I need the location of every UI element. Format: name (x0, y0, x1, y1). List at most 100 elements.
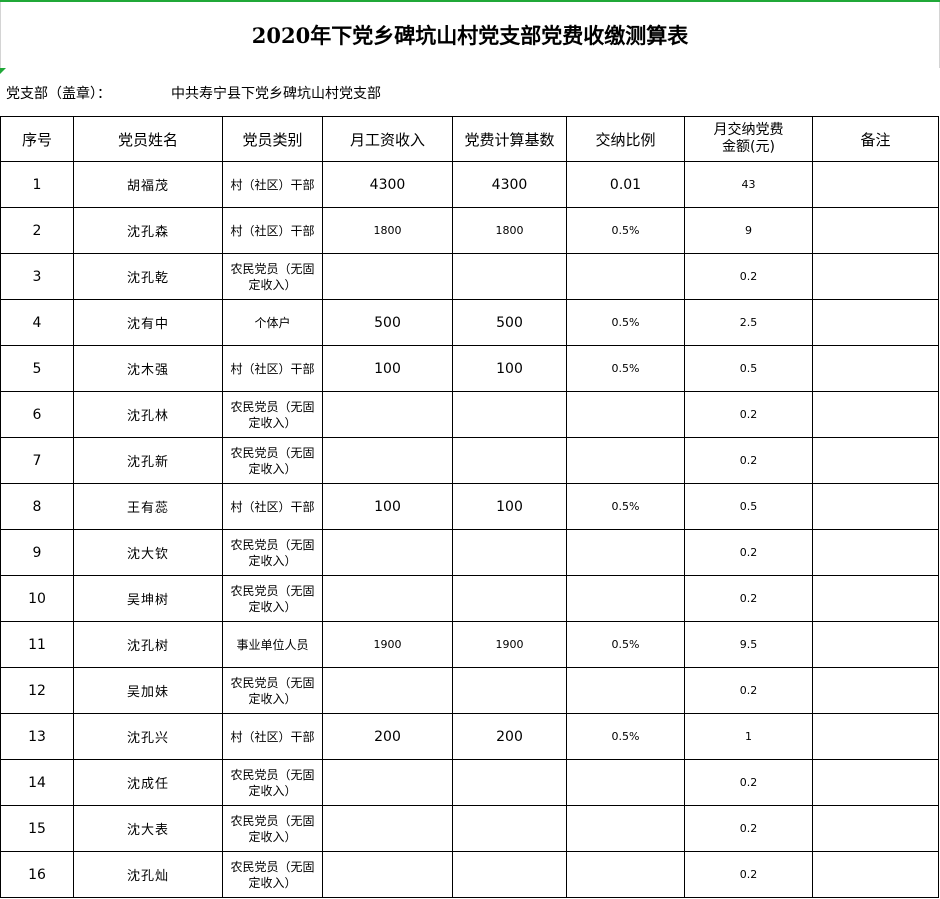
row-type[interactable]: 农民党员（无固定收入） (222, 759, 323, 806)
row-amount[interactable]: 0.5 (684, 345, 813, 392)
row-name[interactable]: 王有蕊 (73, 483, 223, 530)
row-note[interactable] (812, 713, 939, 760)
row-no[interactable]: 14 (0, 759, 74, 806)
row-ratio[interactable] (566, 759, 685, 806)
row-base[interactable]: 1900 (452, 621, 567, 668)
row-amount[interactable]: 0.2 (684, 805, 813, 852)
row-type[interactable]: 农民党员（无固定收入） (222, 529, 323, 576)
row-amount[interactable]: 0.2 (684, 575, 813, 622)
row-name[interactable]: 沈大表 (73, 805, 223, 852)
row-name[interactable]: 沈有中 (73, 299, 223, 346)
row-name[interactable]: 沈孔新 (73, 437, 223, 484)
header-amount[interactable]: 月交纳党费 金额(元) (684, 116, 813, 162)
row-no[interactable]: 13 (0, 713, 74, 760)
row-income[interactable]: 100 (322, 483, 453, 530)
row-income[interactable]: 100 (322, 345, 453, 392)
row-no[interactable]: 9 (0, 529, 74, 576)
row-income[interactable] (322, 253, 453, 300)
row-base[interactable]: 200 (452, 713, 567, 760)
row-amount[interactable]: 0.2 (684, 667, 813, 714)
row-amount[interactable]: 0.2 (684, 437, 813, 484)
header-income[interactable]: 月工资收入 (322, 116, 453, 162)
row-no[interactable]: 3 (0, 253, 74, 300)
row-amount[interactable]: 9 (684, 207, 813, 254)
row-base[interactable]: 100 (452, 345, 567, 392)
row-name[interactable]: 沈大钦 (73, 529, 223, 576)
row-note[interactable] (812, 667, 939, 714)
row-ratio[interactable] (566, 529, 685, 576)
row-amount[interactable]: 0.2 (684, 253, 813, 300)
row-income[interactable] (322, 805, 453, 852)
row-ratio[interactable]: 0.5% (566, 713, 685, 760)
row-income[interactable]: 1800 (322, 207, 453, 254)
row-type[interactable]: 农民党员（无固定收入） (222, 851, 323, 898)
row-type[interactable]: 农民党员（无固定收入） (222, 805, 323, 852)
row-amount[interactable]: 0.2 (684, 529, 813, 576)
row-ratio[interactable]: 0.5% (566, 299, 685, 346)
row-base[interactable]: 1800 (452, 207, 567, 254)
header-base[interactable]: 党费计算基数 (452, 116, 567, 162)
row-note[interactable] (812, 391, 939, 438)
row-type[interactable]: 农民党员（无固定收入） (222, 667, 323, 714)
row-note[interactable] (812, 253, 939, 300)
row-type[interactable]: 村（社区）干部 (222, 207, 323, 254)
row-no[interactable]: 12 (0, 667, 74, 714)
row-income[interactable] (322, 437, 453, 484)
row-amount[interactable]: 1 (684, 713, 813, 760)
row-base[interactable]: 4300 (452, 161, 567, 208)
row-note[interactable] (812, 805, 939, 852)
row-base[interactable] (452, 529, 567, 576)
row-note[interactable] (812, 759, 939, 806)
row-no[interactable]: 2 (0, 207, 74, 254)
row-no[interactable]: 4 (0, 299, 74, 346)
row-note[interactable] (812, 207, 939, 254)
header-no[interactable]: 序号 (0, 116, 74, 162)
row-no[interactable]: 10 (0, 575, 74, 622)
row-name[interactable]: 沈孔林 (73, 391, 223, 438)
row-income[interactable]: 500 (322, 299, 453, 346)
row-ratio[interactable] (566, 437, 685, 484)
row-base[interactable]: 100 (452, 483, 567, 530)
row-name[interactable]: 沈孔乾 (73, 253, 223, 300)
row-income[interactable] (322, 391, 453, 438)
row-type[interactable]: 农民党员（无固定收入） (222, 437, 323, 484)
row-ratio[interactable]: 0.5% (566, 345, 685, 392)
row-income[interactable]: 4300 (322, 161, 453, 208)
row-base[interactable] (452, 667, 567, 714)
row-note[interactable] (812, 621, 939, 668)
row-name[interactable]: 吴加妹 (73, 667, 223, 714)
row-ratio[interactable]: 0.01 (566, 161, 685, 208)
row-amount[interactable]: 0.5 (684, 483, 813, 530)
row-note[interactable] (812, 345, 939, 392)
row-amount[interactable]: 43 (684, 161, 813, 208)
row-ratio[interactable] (566, 805, 685, 852)
row-no[interactable]: 6 (0, 391, 74, 438)
row-income[interactable] (322, 529, 453, 576)
row-name[interactable]: 沈木强 (73, 345, 223, 392)
row-no[interactable]: 8 (0, 483, 74, 530)
row-ratio[interactable] (566, 667, 685, 714)
row-no[interactable]: 16 (0, 851, 74, 898)
row-type[interactable]: 事业单位人员 (222, 621, 323, 668)
row-income[interactable]: 1900 (322, 621, 453, 668)
row-base[interactable]: 500 (452, 299, 567, 346)
row-no[interactable]: 7 (0, 437, 74, 484)
row-amount[interactable]: 0.2 (684, 391, 813, 438)
row-name[interactable]: 沈孔兴 (73, 713, 223, 760)
row-type[interactable]: 村（社区）干部 (222, 713, 323, 760)
row-no[interactable]: 5 (0, 345, 74, 392)
row-amount[interactable]: 0.2 (684, 759, 813, 806)
header-ratio[interactable]: 交纳比例 (566, 116, 685, 162)
row-ratio[interactable]: 0.5% (566, 207, 685, 254)
row-amount[interactable]: 9.5 (684, 621, 813, 668)
row-base[interactable] (452, 391, 567, 438)
header-name[interactable]: 党员姓名 (73, 116, 223, 162)
row-amount[interactable]: 2.5 (684, 299, 813, 346)
row-income[interactable] (322, 759, 453, 806)
row-name[interactable]: 胡福茂 (73, 161, 223, 208)
row-type[interactable]: 农民党员（无固定收入） (222, 391, 323, 438)
row-note[interactable] (812, 851, 939, 898)
row-name[interactable]: 吴坤树 (73, 575, 223, 622)
row-income[interactable] (322, 575, 453, 622)
row-income[interactable]: 200 (322, 713, 453, 760)
